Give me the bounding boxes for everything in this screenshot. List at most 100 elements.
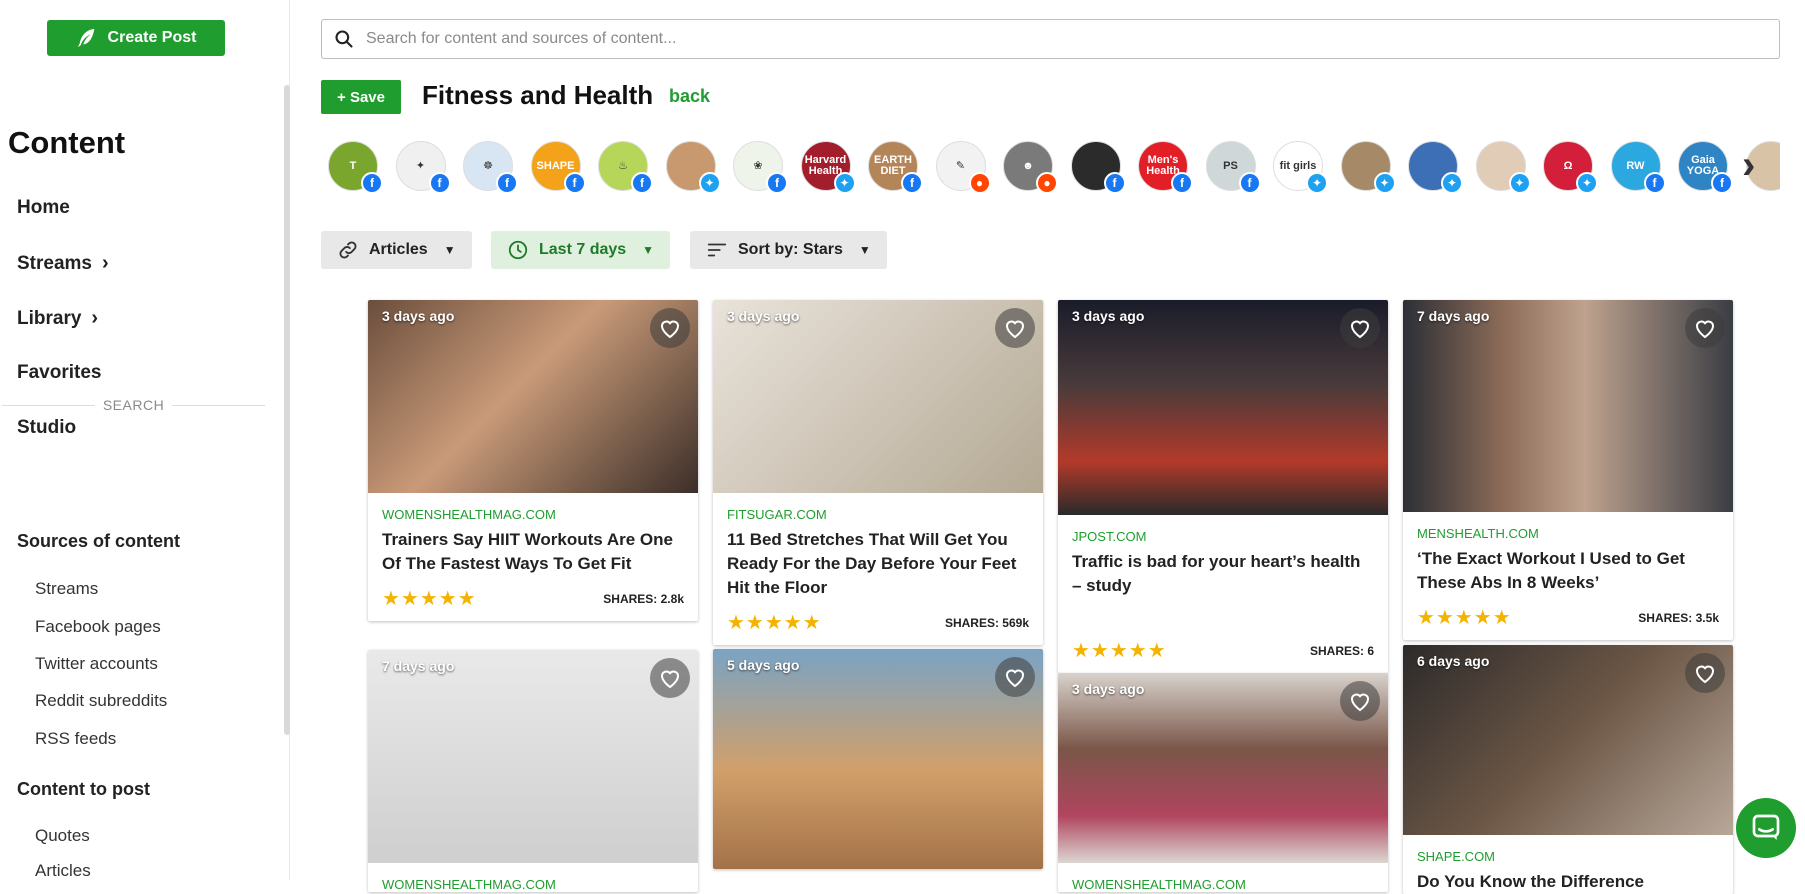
sort-icon bbox=[707, 243, 727, 257]
article-headline[interactable]: Traffic is bad for your heart’s health –… bbox=[1072, 550, 1374, 598]
article-card[interactable]: 7 days ago WOMENSHEALTHMAG.COM bbox=[368, 650, 698, 892]
article-source-domain[interactable]: WOMENSHEALTHMAG.COM bbox=[382, 507, 684, 522]
sources-item-facebook-pages[interactable]: Facebook pages bbox=[35, 617, 161, 637]
article-thumbnail[interactable]: 3 days ago bbox=[1058, 300, 1388, 515]
article-card[interactable]: 3 days ago JPOST.COM Traffic is bad for yo… bbox=[1058, 300, 1388, 673]
heart-icon[interactable] bbox=[995, 657, 1035, 697]
article-card[interactable]: 3 days ago WOMENSHEALTHMAG.COM Trainers Sa… bbox=[368, 300, 698, 621]
article-source-domain[interactable]: FITSUGAR.COM bbox=[727, 507, 1029, 522]
article-card[interactable]: 3 days ago WOMENSHEALTHMAG.COM bbox=[1058, 673, 1388, 892]
nav-label: Streams bbox=[17, 252, 92, 274]
sketch-logo[interactable]: ✎ ● bbox=[935, 141, 991, 194]
green-fork-logo[interactable]: ♨ f bbox=[598, 141, 653, 194]
sort-filter[interactable]: Sort by: Stars ▼ bbox=[690, 231, 887, 269]
share-count: SHARES: 6 bbox=[1309, 643, 1374, 658]
wellness-logo[interactable]: ❀ f bbox=[733, 141, 788, 194]
heart-icon[interactable] bbox=[650, 658, 690, 698]
article-thumbnail[interactable]: 6 days ago bbox=[1403, 645, 1733, 835]
sidebar: Create Post Content Home Streams › Libra… bbox=[0, 0, 290, 880]
article-card[interactable]: 5 days ago bbox=[713, 649, 1043, 869]
nav-item-home[interactable]: Home bbox=[17, 197, 70, 219]
article-thumbnail[interactable]: 3 days ago bbox=[368, 300, 698, 493]
buddha-logo[interactable]: ☸ f bbox=[463, 141, 518, 194]
article-thumbnail[interactable]: 3 days ago bbox=[1058, 673, 1388, 863]
facebook-icon: f bbox=[631, 172, 653, 194]
yoga-avatar[interactable]: ✦ bbox=[1340, 141, 1396, 194]
article-headline[interactable]: Trainers Say HIIT Workouts Are One Of Th… bbox=[382, 528, 684, 576]
muscle-bw-logo[interactable]: f bbox=[1070, 141, 1126, 194]
sources-item-reddit-subreddits[interactable]: Reddit subreddits bbox=[35, 691, 167, 711]
nav-label: Studio bbox=[17, 417, 77, 438]
heart-icon[interactable] bbox=[1340, 681, 1380, 721]
facebook-icon: f bbox=[1103, 172, 1126, 194]
harvard-health-logo[interactable]: Harvard Health ✦ bbox=[800, 141, 856, 194]
woman-avatar[interactable]: ✦ bbox=[665, 141, 721, 194]
article-headline[interactable]: 11 Bed Stretches That Will Get You Ready… bbox=[727, 528, 1029, 600]
sources-item-twitter-accounts[interactable]: Twitter accounts bbox=[35, 654, 158, 674]
search-input[interactable] bbox=[366, 30, 1746, 48]
facebook-icon: f bbox=[361, 172, 383, 194]
shape-logo[interactable]: SHAPE f bbox=[530, 141, 586, 194]
back-link[interactable]: back bbox=[669, 86, 710, 107]
gaia-logo[interactable]: Gaia YOGA f bbox=[1678, 141, 1733, 194]
nav-item-favorites[interactable]: Favorites bbox=[17, 362, 101, 384]
article-card[interactable]: 3 days ago FITSUGAR.COM 11 Bed Stretches T… bbox=[713, 300, 1043, 645]
chat-button[interactable] bbox=[1736, 798, 1796, 858]
sources-heading[interactable]: Sources of content bbox=[17, 531, 180, 552]
article-source-domain[interactable]: JPOST.COM bbox=[1072, 529, 1374, 544]
article-source-domain[interactable]: SHAPE.COM bbox=[1417, 849, 1719, 864]
chat-icon bbox=[1752, 814, 1780, 840]
nyt-logo[interactable]: Tf bbox=[328, 141, 383, 194]
article-card[interactable]: 7 days ago MENSHEALTH.COM ‘The Exact Worko… bbox=[1403, 300, 1733, 640]
nav-item-library[interactable]: Library › bbox=[17, 307, 98, 330]
share-count: SHARES: 2.8k bbox=[603, 591, 684, 606]
star-rating: ★★★★★ bbox=[1072, 640, 1167, 662]
caret-down-icon: ▼ bbox=[443, 243, 456, 257]
post-item-quotes[interactable]: Quotes bbox=[35, 826, 90, 846]
content-type-filter[interactable]: Articles ▼ bbox=[321, 231, 472, 269]
save-stream-button[interactable]: + Save bbox=[321, 80, 401, 114]
article-age: 3 days ago bbox=[1072, 308, 1145, 324]
nav-item-studio[interactable]: Studio bbox=[17, 417, 76, 439]
article-headline[interactable]: Do You Know the Difference bbox=[1417, 870, 1719, 894]
article-headline[interactable]: ‘The Exact Workout I Used to Get These A… bbox=[1417, 547, 1719, 595]
mens-health-logo[interactable]: Men's Health f bbox=[1138, 141, 1193, 194]
nav-item-streams[interactable]: Streams › bbox=[17, 252, 109, 275]
article-thumbnail[interactable]: 5 days ago bbox=[713, 649, 1043, 869]
article-card[interactable]: 6 days ago SHAPE.COM Do You Know the Diffe… bbox=[1403, 645, 1733, 894]
reddit-robot-logo[interactable]: ☻ ● bbox=[1003, 141, 1058, 194]
article-thumbnail[interactable]: 3 days ago bbox=[713, 300, 1043, 493]
create-post-button[interactable]: Create Post bbox=[47, 20, 225, 56]
link-icon bbox=[339, 241, 357, 259]
heart-icon[interactable] bbox=[1685, 653, 1725, 693]
search-bar[interactable] bbox=[321, 19, 1780, 59]
rw-logo[interactable]: RW f bbox=[1610, 141, 1666, 194]
article-thumbnail[interactable]: 7 days ago bbox=[1403, 300, 1733, 512]
time-range-filter[interactable]: Last 7 days ▼ bbox=[491, 231, 671, 269]
sources-item-streams[interactable]: Streams bbox=[35, 579, 98, 599]
feather-icon bbox=[77, 28, 94, 48]
heart-icon[interactable] bbox=[1685, 308, 1725, 348]
heart-icon[interactable] bbox=[650, 308, 690, 348]
sources-item-rss-feeds[interactable]: RSS feeds bbox=[35, 729, 116, 749]
caret-down-icon: ▼ bbox=[858, 243, 871, 257]
ps-logo[interactable]: PS f bbox=[1205, 141, 1261, 194]
chevron-right-icon[interactable]: › bbox=[1742, 143, 1755, 188]
content-to-post-heading[interactable]: Content to post bbox=[17, 779, 150, 800]
man-avatar[interactable]: ✦ bbox=[1408, 141, 1463, 194]
compass-logo[interactable]: ✦ f bbox=[395, 141, 451, 194]
article-source-domain[interactable]: MENSHEALTH.COM bbox=[1417, 526, 1719, 541]
article-source-domain[interactable]: WOMENSHEALTHMAG.COM bbox=[1072, 877, 1374, 892]
heart-icon[interactable] bbox=[995, 308, 1035, 348]
article-thumbnail[interactable]: 7 days ago bbox=[368, 650, 698, 863]
fit-bottomed-girls-logo[interactable]: fit girls ✦ bbox=[1273, 141, 1328, 194]
article-source-domain[interactable]: WOMENSHEALTHMAG.COM bbox=[382, 877, 684, 892]
nav-label: Favorites bbox=[17, 362, 102, 383]
woman-yoga-avatar[interactable]: ✦ bbox=[1475, 141, 1531, 194]
source-avatars-row: Tf ✦ f ☸ f SHAPE f ♨ f ✦ ❀ f Harvard Health ✦ EARTH DI… bbox=[328, 141, 1780, 195]
heart-icon[interactable] bbox=[1340, 308, 1380, 348]
share-count: SHARES: 3.5k bbox=[1638, 610, 1719, 625]
lululemon-logo[interactable]: Ω ✦ bbox=[1543, 141, 1598, 194]
earth-diet-logo[interactable]: EARTH DIET f bbox=[868, 141, 923, 194]
post-item-articles[interactable]: Articles bbox=[35, 861, 91, 880]
